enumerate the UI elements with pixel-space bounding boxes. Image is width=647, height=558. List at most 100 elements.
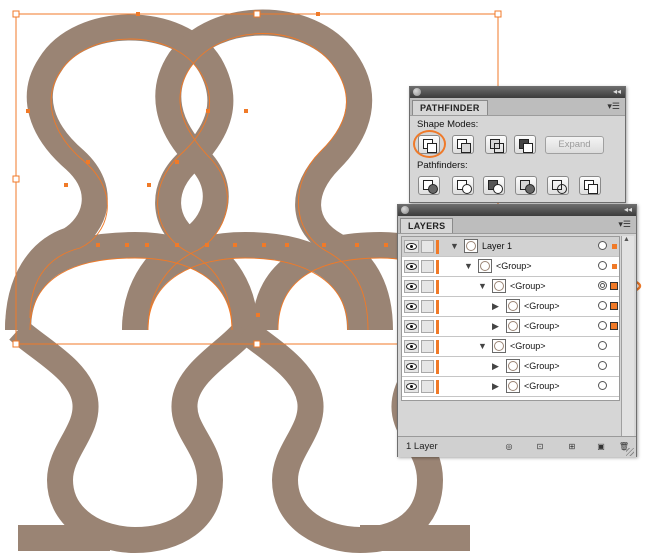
- layer-count: 1 Layer: [406, 441, 438, 452]
- layer-color-strip: [436, 300, 439, 314]
- crop-button[interactable]: [515, 176, 537, 195]
- layers-titlebar[interactable]: ◂◂: [398, 205, 636, 216]
- row-label[interactable]: <Group>: [510, 281, 546, 292]
- lock-toggle[interactable]: [421, 340, 434, 353]
- target-icon[interactable]: [598, 281, 607, 290]
- bbox-handle-top-center[interactable]: [253, 10, 261, 18]
- close-icon[interactable]: [401, 206, 409, 214]
- group-row[interactable]: ▶ <Group>: [402, 317, 619, 337]
- target-icon[interactable]: [598, 341, 607, 350]
- make-clipping-mask-icon[interactable]: ⊡: [534, 441, 546, 452]
- bbox-handle-mid-left[interactable]: [12, 175, 20, 183]
- lock-toggle[interactable]: [421, 380, 434, 393]
- outline-button[interactable]: [547, 176, 569, 195]
- group-row[interactable]: ▼ <Group>: [402, 257, 619, 277]
- target-icon[interactable]: [598, 361, 607, 370]
- disclosure-collapsed-icon[interactable]: ▶: [492, 301, 499, 311]
- selection-indicator[interactable]: [612, 244, 617, 249]
- minus-front-button[interactable]: [452, 135, 474, 154]
- layer-thumbnail: [506, 359, 520, 373]
- eye-icon: [406, 363, 417, 370]
- disclosure-expanded-icon[interactable]: ▼: [464, 261, 473, 271]
- row-label[interactable]: Layer 1: [482, 241, 512, 252]
- visibility-toggle[interactable]: [404, 260, 419, 273]
- pathfinder-titlebar[interactable]: ◂◂: [410, 87, 625, 98]
- layers-scrollbar[interactable]: [621, 236, 634, 436]
- divide-button[interactable]: [418, 176, 440, 195]
- new-sublayer-icon[interactable]: ⊞: [566, 441, 578, 452]
- visibility-toggle[interactable]: [404, 360, 419, 373]
- pathfinder-tabrow: PATHFINDER ▾☰: [410, 98, 625, 116]
- target-icon[interactable]: [598, 381, 607, 390]
- target-icon[interactable]: [598, 301, 607, 310]
- bbox-handle-top-right[interactable]: [494, 10, 502, 18]
- exclude-button[interactable]: [514, 135, 536, 154]
- tab-layers[interactable]: LAYERS: [400, 218, 454, 233]
- expand-button[interactable]: Expand: [545, 136, 604, 154]
- bbox-handle-bottom-center[interactable]: [253, 340, 261, 348]
- visibility-toggle[interactable]: [404, 320, 419, 333]
- visibility-toggle[interactable]: [404, 340, 419, 353]
- artwork-bottom-left-wave[interactable]: [9, 320, 256, 554]
- visibility-toggle[interactable]: [404, 240, 419, 253]
- visibility-toggle[interactable]: [404, 380, 419, 393]
- tab-pathfinder[interactable]: PATHFINDER: [412, 100, 488, 115]
- resize-grip-icon[interactable]: [626, 448, 634, 456]
- row-label[interactable]: <Group>: [524, 321, 560, 332]
- lock-toggle[interactable]: [421, 280, 434, 293]
- lock-toggle[interactable]: [421, 360, 434, 373]
- group-row[interactable]: ▼ <Group>: [402, 277, 619, 297]
- lock-toggle[interactable]: [421, 320, 434, 333]
- disclosure-expanded-icon[interactable]: ▼: [478, 341, 487, 351]
- trim-button[interactable]: [452, 176, 474, 195]
- minus-back-button[interactable]: [579, 176, 601, 195]
- target-icon[interactable]: [598, 321, 607, 330]
- visibility-toggle[interactable]: [404, 300, 419, 313]
- close-icon[interactable]: [413, 88, 421, 96]
- locate-object-icon[interactable]: ◎: [503, 441, 515, 452]
- eye-icon: [406, 383, 417, 390]
- eye-icon: [406, 303, 417, 310]
- new-layer-icon[interactable]: ▣: [595, 441, 607, 452]
- row-label[interactable]: <Group>: [510, 341, 546, 352]
- disclosure-collapsed-icon[interactable]: ▶: [492, 321, 499, 331]
- panel-menu-icon[interactable]: ▾☰: [618, 220, 631, 229]
- selection-indicator[interactable]: [612, 264, 617, 269]
- row-label[interactable]: <Group>: [496, 261, 532, 272]
- selection-indicator[interactable]: [610, 302, 618, 310]
- layer-thumbnail: [464, 239, 478, 253]
- collapse-panel-icon[interactable]: ◂◂: [613, 87, 621, 97]
- bbox-handle-top-left[interactable]: [12, 10, 20, 18]
- disclosure-collapsed-icon[interactable]: ▶: [492, 381, 499, 391]
- eye-icon: [406, 243, 417, 250]
- group-row[interactable]: ▶ <Group>: [402, 297, 619, 317]
- layer-row[interactable]: ▼ Layer 1: [402, 237, 619, 257]
- bbox-handle-bottom-left[interactable]: [12, 340, 20, 348]
- row-label[interactable]: <Group>: [524, 301, 560, 312]
- layer-color-strip: [436, 280, 439, 294]
- lock-toggle[interactable]: [421, 240, 434, 253]
- panel-menu-icon[interactable]: ▾☰: [607, 102, 620, 111]
- selection-indicator[interactable]: [610, 322, 618, 330]
- pathfinder-panel: ◂◂ PATHFINDER ▾☰ Shape Modes: Expand Pat…: [409, 86, 626, 203]
- merge-button[interactable]: [483, 176, 505, 195]
- target-icon[interactable]: [598, 241, 607, 250]
- group-row[interactable]: ▶ <Group>: [402, 377, 619, 397]
- lock-toggle[interactable]: [421, 300, 434, 313]
- shape-modes-label: Shape Modes:: [417, 119, 479, 130]
- group-row[interactable]: ▶ <Group>: [402, 357, 619, 377]
- lock-toggle[interactable]: [421, 260, 434, 273]
- disclosure-expanded-icon[interactable]: ▼: [478, 281, 487, 291]
- row-label[interactable]: <Group>: [524, 361, 560, 372]
- disclosure-expanded-icon[interactable]: ▼: [450, 241, 459, 251]
- selection-indicator[interactable]: [610, 282, 618, 290]
- disclosure-collapsed-icon[interactable]: ▶: [492, 361, 499, 371]
- scroll-up-icon[interactable]: ▲: [623, 236, 630, 243]
- group-row[interactable]: ▼ <Group>: [402, 337, 619, 357]
- collapse-panel-icon[interactable]: ◂◂: [624, 205, 632, 215]
- target-icon[interactable]: [598, 261, 607, 270]
- intersect-button[interactable]: [485, 135, 507, 154]
- row-label[interactable]: <Group>: [524, 381, 560, 392]
- layer-thumbnail: [492, 279, 506, 293]
- visibility-toggle[interactable]: [404, 280, 419, 293]
